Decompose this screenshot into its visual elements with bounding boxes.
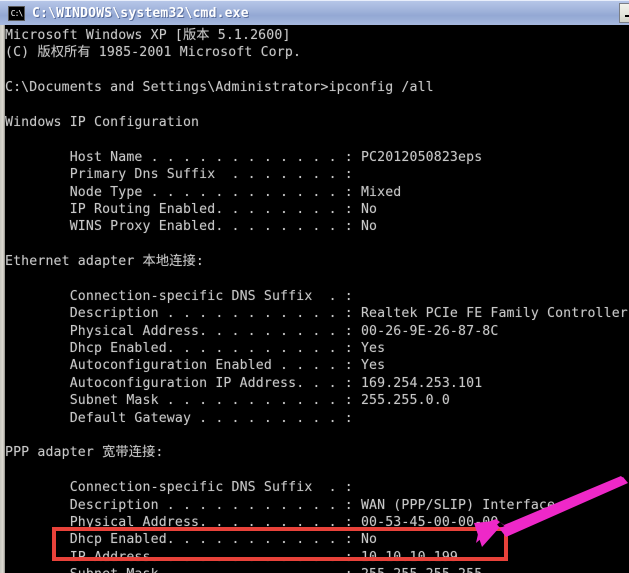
window-controls — [619, 3, 629, 23]
console-line: Connection-specific DNS Suffix . : — [5, 480, 353, 496]
console-line: Ethernet adapter 本地连接: — [5, 254, 204, 270]
console-text: Microsoft Windows XP [版本 5.1.2600] (C) 版权… — [5, 27, 629, 573]
minimize-icon — [625, 15, 629, 17]
console-line: Description . . . . . . . . . . . : WAN … — [5, 497, 556, 513]
console-output-area[interactable]: Microsoft Windows XP [版本 5.1.2600] (C) 版权… — [0, 25, 629, 573]
console-line: PPP adapter 宽带连接: — [5, 445, 164, 461]
console-line: Primary Dns Suffix . . . . . . . : — [5, 167, 353, 183]
console-line: Node Type . . . . . . . . . . . . : Mixe… — [5, 184, 402, 200]
console-line: Windows IP Configuration — [5, 114, 200, 130]
cmd-console-icon: C:\ — [8, 5, 25, 21]
console-line: Physical Address. . . . . . . . . : 00-2… — [5, 323, 499, 339]
console-line: Connection-specific DNS Suffix . : — [5, 288, 353, 304]
title-bar[interactable]: C:\ C:\WINDOWS\system32\cmd.exe — [0, 0, 629, 25]
console-line: Physical Address. . . . . . . . . : 00-5… — [5, 514, 499, 530]
console-line: Dhcp Enabled. . . . . . . . . . . : No — [5, 532, 378, 548]
console-line: Subnet Mask . . . . . . . . . . . : 255.… — [5, 566, 629, 573]
cmd-window: C:\ C:\WINDOWS\system32\cmd.exe Microsof… — [0, 0, 629, 573]
window-title: C:\WINDOWS\system32\cmd.exe — [32, 5, 249, 21]
console-line: Subnet Mask . . . . . . . . . . . : 255.… — [5, 393, 450, 409]
console-line: Description . . . . . . . . . . . : Real… — [5, 306, 628, 322]
console-line: IP Routing Enabled. . . . . . . . : No — [5, 201, 378, 217]
console-line: IP Address. . . . . . . . . . . . : 10.1… — [5, 549, 459, 565]
console-line: Autoconfiguration Enabled . . . . : Yes — [5, 358, 386, 374]
console-line: WINS Proxy Enabled. . . . . . . . : No — [5, 219, 378, 235]
console-line: (C) 版权所有 1985-2001 Microsoft Corp. — [5, 45, 302, 61]
console-line: Host Name . . . . . . . . . . . . : PC20… — [5, 149, 483, 165]
console-line: Autoconfiguration IP Address. . . : 169.… — [5, 375, 483, 391]
minimize-button[interactable] — [619, 3, 629, 23]
console-line: Dhcp Enabled. . . . . . . . . . . : Yes — [5, 341, 386, 357]
console-line: C:\Documents and Settings\Administrator>… — [5, 80, 434, 96]
console-line: Microsoft Windows XP [版本 5.1.2600] — [5, 28, 291, 43]
console-line: Default Gateway . . . . . . . . . : — [5, 410, 353, 426]
